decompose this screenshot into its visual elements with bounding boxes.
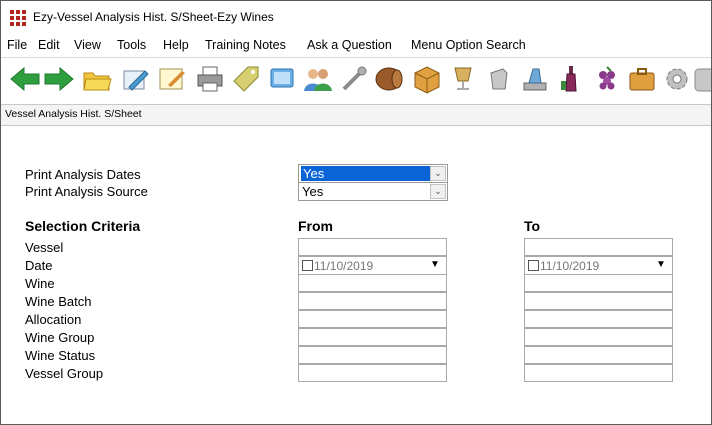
criteria-label-date: Date bbox=[25, 258, 53, 273]
date-from-value: 11/10/2019 bbox=[314, 259, 374, 273]
app-grid-icon bbox=[10, 10, 26, 26]
note-icon[interactable] bbox=[156, 63, 188, 95]
wine-batch-to-input[interactable] bbox=[524, 292, 673, 310]
title-bar: Ezy-Vessel Analysis Hist. S/Sheet-Ezy Wi… bbox=[1, 1, 711, 33]
toolbar bbox=[1, 57, 711, 100]
vessel-to-input[interactable] bbox=[524, 238, 673, 256]
wine-group-to-input[interactable] bbox=[524, 328, 673, 346]
edit-icon[interactable] bbox=[119, 63, 151, 95]
print-dates-label: Print Analysis Dates bbox=[25, 167, 141, 182]
vessel-from-input[interactable] bbox=[298, 238, 447, 256]
to-heading: To bbox=[524, 218, 541, 234]
criteria-label-allocation: Allocation bbox=[25, 312, 82, 327]
form-caption: Vessel Analysis Hist. S/Sheet bbox=[5, 108, 142, 120]
print-source-label: Print Analysis Source bbox=[25, 184, 148, 199]
menu-tools[interactable]: Tools bbox=[117, 38, 146, 52]
menu-view[interactable]: View bbox=[74, 38, 101, 52]
criteria-label-wine: Wine bbox=[25, 276, 55, 291]
vessel-group-to-input[interactable] bbox=[524, 364, 673, 382]
wine-batch-from-input[interactable] bbox=[298, 292, 447, 310]
briefcase-icon[interactable] bbox=[626, 63, 658, 95]
menu-ask-a-question[interactable]: Ask a Question bbox=[307, 38, 392, 52]
print-dates-select[interactable]: Yes ⌄ bbox=[298, 164, 448, 183]
settings-icon[interactable] bbox=[661, 63, 693, 95]
print-source-select[interactable]: Yes ⌄ bbox=[298, 182, 448, 201]
bottle-icon[interactable] bbox=[555, 63, 587, 95]
wine-status-from-input[interactable] bbox=[298, 346, 447, 364]
date-from-picker[interactable]: 11/10/2019 ▼ bbox=[298, 256, 447, 275]
lab-icon[interactable] bbox=[519, 63, 551, 95]
date-to-value: 11/10/2019 bbox=[540, 259, 600, 273]
tag-icon[interactable] bbox=[230, 63, 262, 95]
form-content: Print Analysis Dates Yes ⌄ Print Analysi… bbox=[1, 125, 711, 424]
date-to-picker[interactable]: 11/10/2019 ▼ bbox=[524, 256, 673, 275]
criteria-label-wine-batch: Wine Batch bbox=[25, 294, 92, 309]
chevron-down-icon[interactable]: ⌄ bbox=[430, 166, 446, 181]
chevron-down-icon[interactable]: ⌄ bbox=[430, 184, 446, 199]
forward-arrow-icon[interactable] bbox=[43, 63, 75, 95]
allocation-to-input[interactable] bbox=[524, 310, 673, 328]
grapes-icon[interactable] bbox=[591, 63, 623, 95]
vessel-group-from-input[interactable] bbox=[298, 364, 447, 382]
wine-status-to-input[interactable] bbox=[524, 346, 673, 364]
criteria-label-wine-group: Wine Group bbox=[25, 330, 95, 345]
selection-criteria-heading: Selection Criteria bbox=[25, 218, 141, 234]
calendar-dropdown-icon[interactable]: ▼ bbox=[427, 259, 443, 271]
print-source-value: Yes bbox=[302, 184, 324, 199]
criteria-label-wine-status: Wine Status bbox=[25, 348, 96, 363]
date-to-checkbox[interactable] bbox=[528, 260, 539, 271]
barrel-icon[interactable] bbox=[373, 63, 405, 95]
allocation-from-input[interactable] bbox=[298, 310, 447, 328]
criteria-label-vessel-group: Vessel Group bbox=[25, 366, 104, 381]
calendar-dropdown-icon[interactable]: ▼ bbox=[653, 259, 669, 271]
date-from-checkbox[interactable] bbox=[302, 260, 313, 271]
criteria-label-vessel: Vessel bbox=[25, 240, 64, 255]
back-arrow-icon[interactable] bbox=[9, 63, 41, 95]
wine-group-from-input[interactable] bbox=[298, 328, 447, 346]
tools-icon[interactable] bbox=[338, 63, 370, 95]
app-window: Ezy-Vessel Analysis Hist. S/Sheet-Ezy Wi… bbox=[0, 0, 712, 425]
pourer-icon[interactable] bbox=[483, 63, 515, 95]
glass-icon[interactable] bbox=[447, 63, 479, 95]
wine-to-input[interactable] bbox=[524, 274, 673, 292]
print-dates-value: Yes bbox=[301, 166, 431, 181]
screen-icon[interactable] bbox=[266, 63, 298, 95]
cylinder-icon[interactable] bbox=[691, 63, 711, 95]
menu-file[interactable]: File bbox=[7, 38, 27, 52]
menu-help[interactable]: Help bbox=[163, 38, 189, 52]
menu-bar: File Edit View Tools Help Training Notes… bbox=[1, 34, 711, 56]
users-icon[interactable] bbox=[302, 63, 334, 95]
form-caption-bar: Vessel Analysis Hist. S/Sheet bbox=[1, 104, 711, 126]
wine-from-input[interactable] bbox=[298, 274, 447, 292]
from-heading: From bbox=[298, 218, 333, 234]
window-title: Ezy-Vessel Analysis Hist. S/Sheet-Ezy Wi… bbox=[33, 10, 274, 24]
folder-icon[interactable] bbox=[81, 63, 113, 95]
menu-training-notes[interactable]: Training Notes bbox=[205, 38, 286, 52]
printer-icon[interactable] bbox=[194, 63, 226, 95]
box-icon[interactable] bbox=[411, 63, 443, 95]
menu-option-search[interactable]: Menu Option Search bbox=[411, 38, 526, 52]
menu-edit[interactable]: Edit bbox=[38, 38, 60, 52]
